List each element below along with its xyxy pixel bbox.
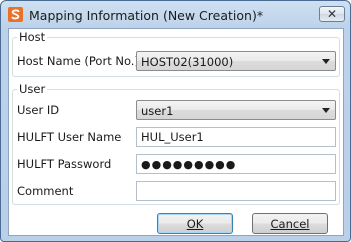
user-id-label: User ID [17, 103, 60, 117]
user-id-dropdown[interactable]: user1 [136, 100, 336, 120]
comment-label: Comment [17, 184, 74, 198]
ok-button[interactable]: OK [157, 213, 233, 234]
hulft-user-name-input[interactable] [136, 127, 336, 147]
host-name-label: Host Name (Port No.) [17, 54, 139, 68]
window-title: Mapping Information (New Creation)* [29, 8, 264, 23]
dialog-content: Host Host Name (Port No.) HOST02(31000) … [8, 28, 344, 236]
user-group-label: User [17, 82, 48, 96]
cancel-button-label: Cancel [270, 216, 310, 231]
close-button[interactable]: ✕ [319, 6, 345, 22]
host-group-label: Host [17, 30, 48, 44]
host-name-value: HOST02(31000) [141, 55, 234, 69]
host-name-dropdown[interactable]: HOST02(31000) [136, 51, 336, 71]
hulft-password-input[interactable] [136, 154, 336, 174]
app-logo-icon [8, 7, 23, 22]
close-icon: ✕ [326, 7, 338, 21]
chevron-down-icon [322, 108, 330, 113]
hulft-user-name-label: HULFT User Name [17, 130, 122, 144]
dialog-window: Mapping Information (New Creation)* ✕ Ho… [0, 0, 351, 242]
comment-input[interactable] [136, 181, 336, 201]
ok-button-label: OK [186, 216, 204, 231]
cancel-button[interactable]: Cancel [252, 213, 328, 234]
chevron-down-icon [322, 59, 330, 64]
hulft-password-label: HULFT Password [17, 157, 112, 171]
title-bar[interactable]: Mapping Information (New Creation)* ✕ [1, 1, 350, 29]
user-id-value: user1 [141, 104, 174, 118]
